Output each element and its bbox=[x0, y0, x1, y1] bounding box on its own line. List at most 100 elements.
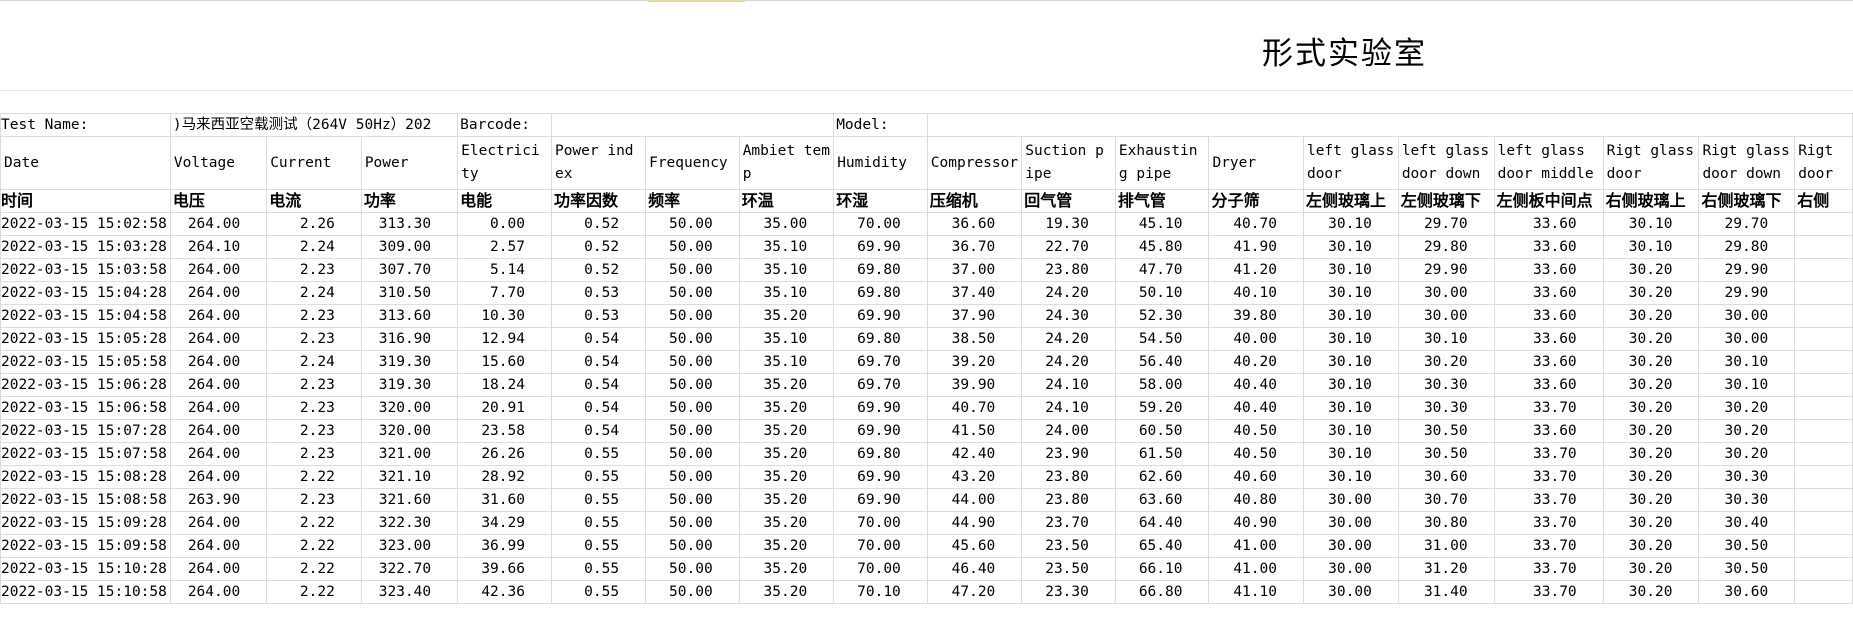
value-cell[interactable]: 30.10 bbox=[1302, 212, 1399, 236]
column-header-cn[interactable]: 功率 bbox=[360, 189, 459, 213]
value-cell[interactable]: 30.50 bbox=[1397, 419, 1495, 443]
timestamp-cell[interactable]: 2022-03-15 15:10:28 bbox=[0, 557, 171, 581]
value-cell[interactable]: 35.10 bbox=[738, 281, 835, 305]
value-cell[interactable]: 70.10 bbox=[833, 580, 928, 604]
value-cell[interactable] bbox=[1794, 327, 1853, 351]
value-cell[interactable]: 61.50 bbox=[1114, 442, 1210, 466]
value-cell[interactable]: 33.70 bbox=[1493, 557, 1604, 581]
value-cell[interactable]: 69.80 bbox=[833, 442, 928, 466]
value-cell[interactable]: 0.55 bbox=[550, 442, 647, 466]
column-header[interactable]: Current bbox=[266, 136, 362, 190]
value-cell[interactable]: 44.90 bbox=[926, 511, 1023, 535]
value-cell[interactable]: 33.60 bbox=[1493, 350, 1604, 374]
value-cell[interactable]: 35.20 bbox=[738, 465, 835, 489]
value-cell[interactable]: 47.70 bbox=[1114, 258, 1210, 282]
value-cell[interactable] bbox=[1794, 304, 1853, 328]
value-cell[interactable]: 24.20 bbox=[1021, 327, 1116, 351]
value-cell[interactable]: 2.24 bbox=[266, 350, 362, 374]
value-cell[interactable]: 66.80 bbox=[1114, 580, 1210, 604]
value-cell[interactable]: 0.55 bbox=[550, 534, 647, 558]
value-cell[interactable]: 30.00 bbox=[1302, 557, 1399, 581]
value-cell[interactable]: 0.55 bbox=[550, 580, 647, 604]
value-cell[interactable]: 30.30 bbox=[1698, 465, 1796, 489]
value-cell[interactable]: 19.30 bbox=[1021, 212, 1116, 236]
value-cell[interactable]: 33.70 bbox=[1493, 465, 1604, 489]
value-cell[interactable]: 30.10 bbox=[1698, 350, 1796, 374]
value-cell[interactable]: 66.10 bbox=[1114, 557, 1210, 581]
value-cell[interactable]: 30.10 bbox=[1302, 235, 1399, 259]
value-cell[interactable]: 31.00 bbox=[1397, 534, 1495, 558]
value-cell[interactable] bbox=[1794, 442, 1853, 466]
value-cell[interactable]: 33.70 bbox=[1493, 534, 1604, 558]
value-cell[interactable]: 50.00 bbox=[645, 373, 740, 397]
value-cell[interactable]: 319.30 bbox=[360, 373, 459, 397]
value-cell[interactable]: 321.00 bbox=[360, 442, 459, 466]
column-header-cn[interactable]: 环湿 bbox=[833, 189, 928, 213]
value-cell[interactable]: 30.00 bbox=[1302, 511, 1399, 535]
value-cell[interactable]: 30.30 bbox=[1397, 373, 1495, 397]
value-cell[interactable]: 35.10 bbox=[738, 235, 835, 259]
value-cell[interactable]: 33.60 bbox=[1493, 304, 1604, 328]
value-cell[interactable]: 24.20 bbox=[1021, 281, 1116, 305]
value-cell[interactable]: 45.80 bbox=[1114, 235, 1210, 259]
column-header[interactable]: Electricity bbox=[457, 136, 552, 190]
value-cell[interactable]: 7.70 bbox=[457, 281, 552, 305]
value-cell[interactable]: 24.10 bbox=[1021, 396, 1116, 420]
value-cell[interactable]: 50.00 bbox=[645, 396, 740, 420]
value-cell[interactable]: 40.80 bbox=[1208, 488, 1304, 512]
column-header-cn[interactable]: 回气管 bbox=[1021, 189, 1116, 213]
value-cell[interactable] bbox=[1794, 396, 1853, 420]
model-value[interactable] bbox=[926, 113, 1853, 137]
value-cell[interactable]: 30.10 bbox=[1397, 327, 1495, 351]
value-cell[interactable]: 69.90 bbox=[833, 396, 928, 420]
value-cell[interactable]: 70.00 bbox=[833, 534, 928, 558]
value-cell[interactable]: 36.60 bbox=[926, 212, 1023, 236]
value-cell[interactable]: 35.20 bbox=[738, 304, 835, 328]
value-cell[interactable]: 0.54 bbox=[550, 396, 647, 420]
value-cell[interactable]: 42.36 bbox=[457, 580, 552, 604]
value-cell[interactable]: 30.20 bbox=[1602, 534, 1700, 558]
value-cell[interactable]: 50.00 bbox=[645, 281, 740, 305]
value-cell[interactable] bbox=[1794, 281, 1853, 305]
value-cell[interactable]: 15.60 bbox=[457, 350, 552, 374]
value-cell[interactable]: 31.40 bbox=[1397, 580, 1495, 604]
value-cell[interactable]: 35.20 bbox=[738, 557, 835, 581]
column-header[interactable]: Suction pipe bbox=[1021, 136, 1116, 190]
value-cell[interactable]: 29.90 bbox=[1397, 258, 1495, 282]
value-cell[interactable]: 59.20 bbox=[1114, 396, 1210, 420]
value-cell[interactable]: 35.20 bbox=[738, 580, 835, 604]
value-cell[interactable]: 30.10 bbox=[1302, 327, 1399, 351]
value-cell[interactable]: 30.20 bbox=[1602, 465, 1700, 489]
value-cell[interactable]: 39.80 bbox=[1208, 304, 1304, 328]
test-name-value[interactable]: )马来西亚空载测试（264V 50Hz）202 bbox=[169, 113, 459, 137]
value-cell[interactable]: 30.20 bbox=[1602, 511, 1700, 535]
value-cell[interactable]: 30.20 bbox=[1602, 304, 1700, 328]
timestamp-cell[interactable]: 2022-03-15 15:06:28 bbox=[0, 373, 171, 397]
value-cell[interactable]: 37.00 bbox=[926, 258, 1023, 282]
column-header[interactable]: Rigt glass door bbox=[1602, 136, 1700, 190]
value-cell[interactable]: 30.60 bbox=[1397, 465, 1495, 489]
column-header[interactable]: Power bbox=[360, 136, 459, 190]
value-cell[interactable]: 30.20 bbox=[1602, 258, 1700, 282]
value-cell[interactable]: 264.00 bbox=[169, 304, 268, 328]
value-cell[interactable]: 320.00 bbox=[360, 396, 459, 420]
value-cell[interactable]: 50.00 bbox=[645, 534, 740, 558]
value-cell[interactable]: 35.20 bbox=[738, 396, 835, 420]
column-header-cn[interactable]: 环温 bbox=[738, 189, 835, 213]
value-cell[interactable]: 30.20 bbox=[1602, 557, 1700, 581]
value-cell[interactable]: 264.00 bbox=[169, 350, 268, 374]
value-cell[interactable]: 70.00 bbox=[833, 511, 928, 535]
timestamp-cell[interactable]: 2022-03-15 15:05:58 bbox=[0, 350, 171, 374]
value-cell[interactable] bbox=[1794, 258, 1853, 282]
value-cell[interactable]: 2.23 bbox=[266, 488, 362, 512]
value-cell[interactable]: 319.30 bbox=[360, 350, 459, 374]
value-cell[interactable]: 45.60 bbox=[926, 534, 1023, 558]
value-cell[interactable]: 320.00 bbox=[360, 419, 459, 443]
value-cell[interactable]: 0.52 bbox=[550, 258, 647, 282]
value-cell[interactable]: 33.60 bbox=[1493, 281, 1604, 305]
value-cell[interactable]: 41.00 bbox=[1208, 534, 1304, 558]
value-cell[interactable]: 31.20 bbox=[1397, 557, 1495, 581]
value-cell[interactable]: 0.54 bbox=[550, 419, 647, 443]
timestamp-cell[interactable]: 2022-03-15 15:10:58 bbox=[0, 580, 171, 604]
column-header-cn[interactable]: 压缩机 bbox=[926, 189, 1023, 213]
